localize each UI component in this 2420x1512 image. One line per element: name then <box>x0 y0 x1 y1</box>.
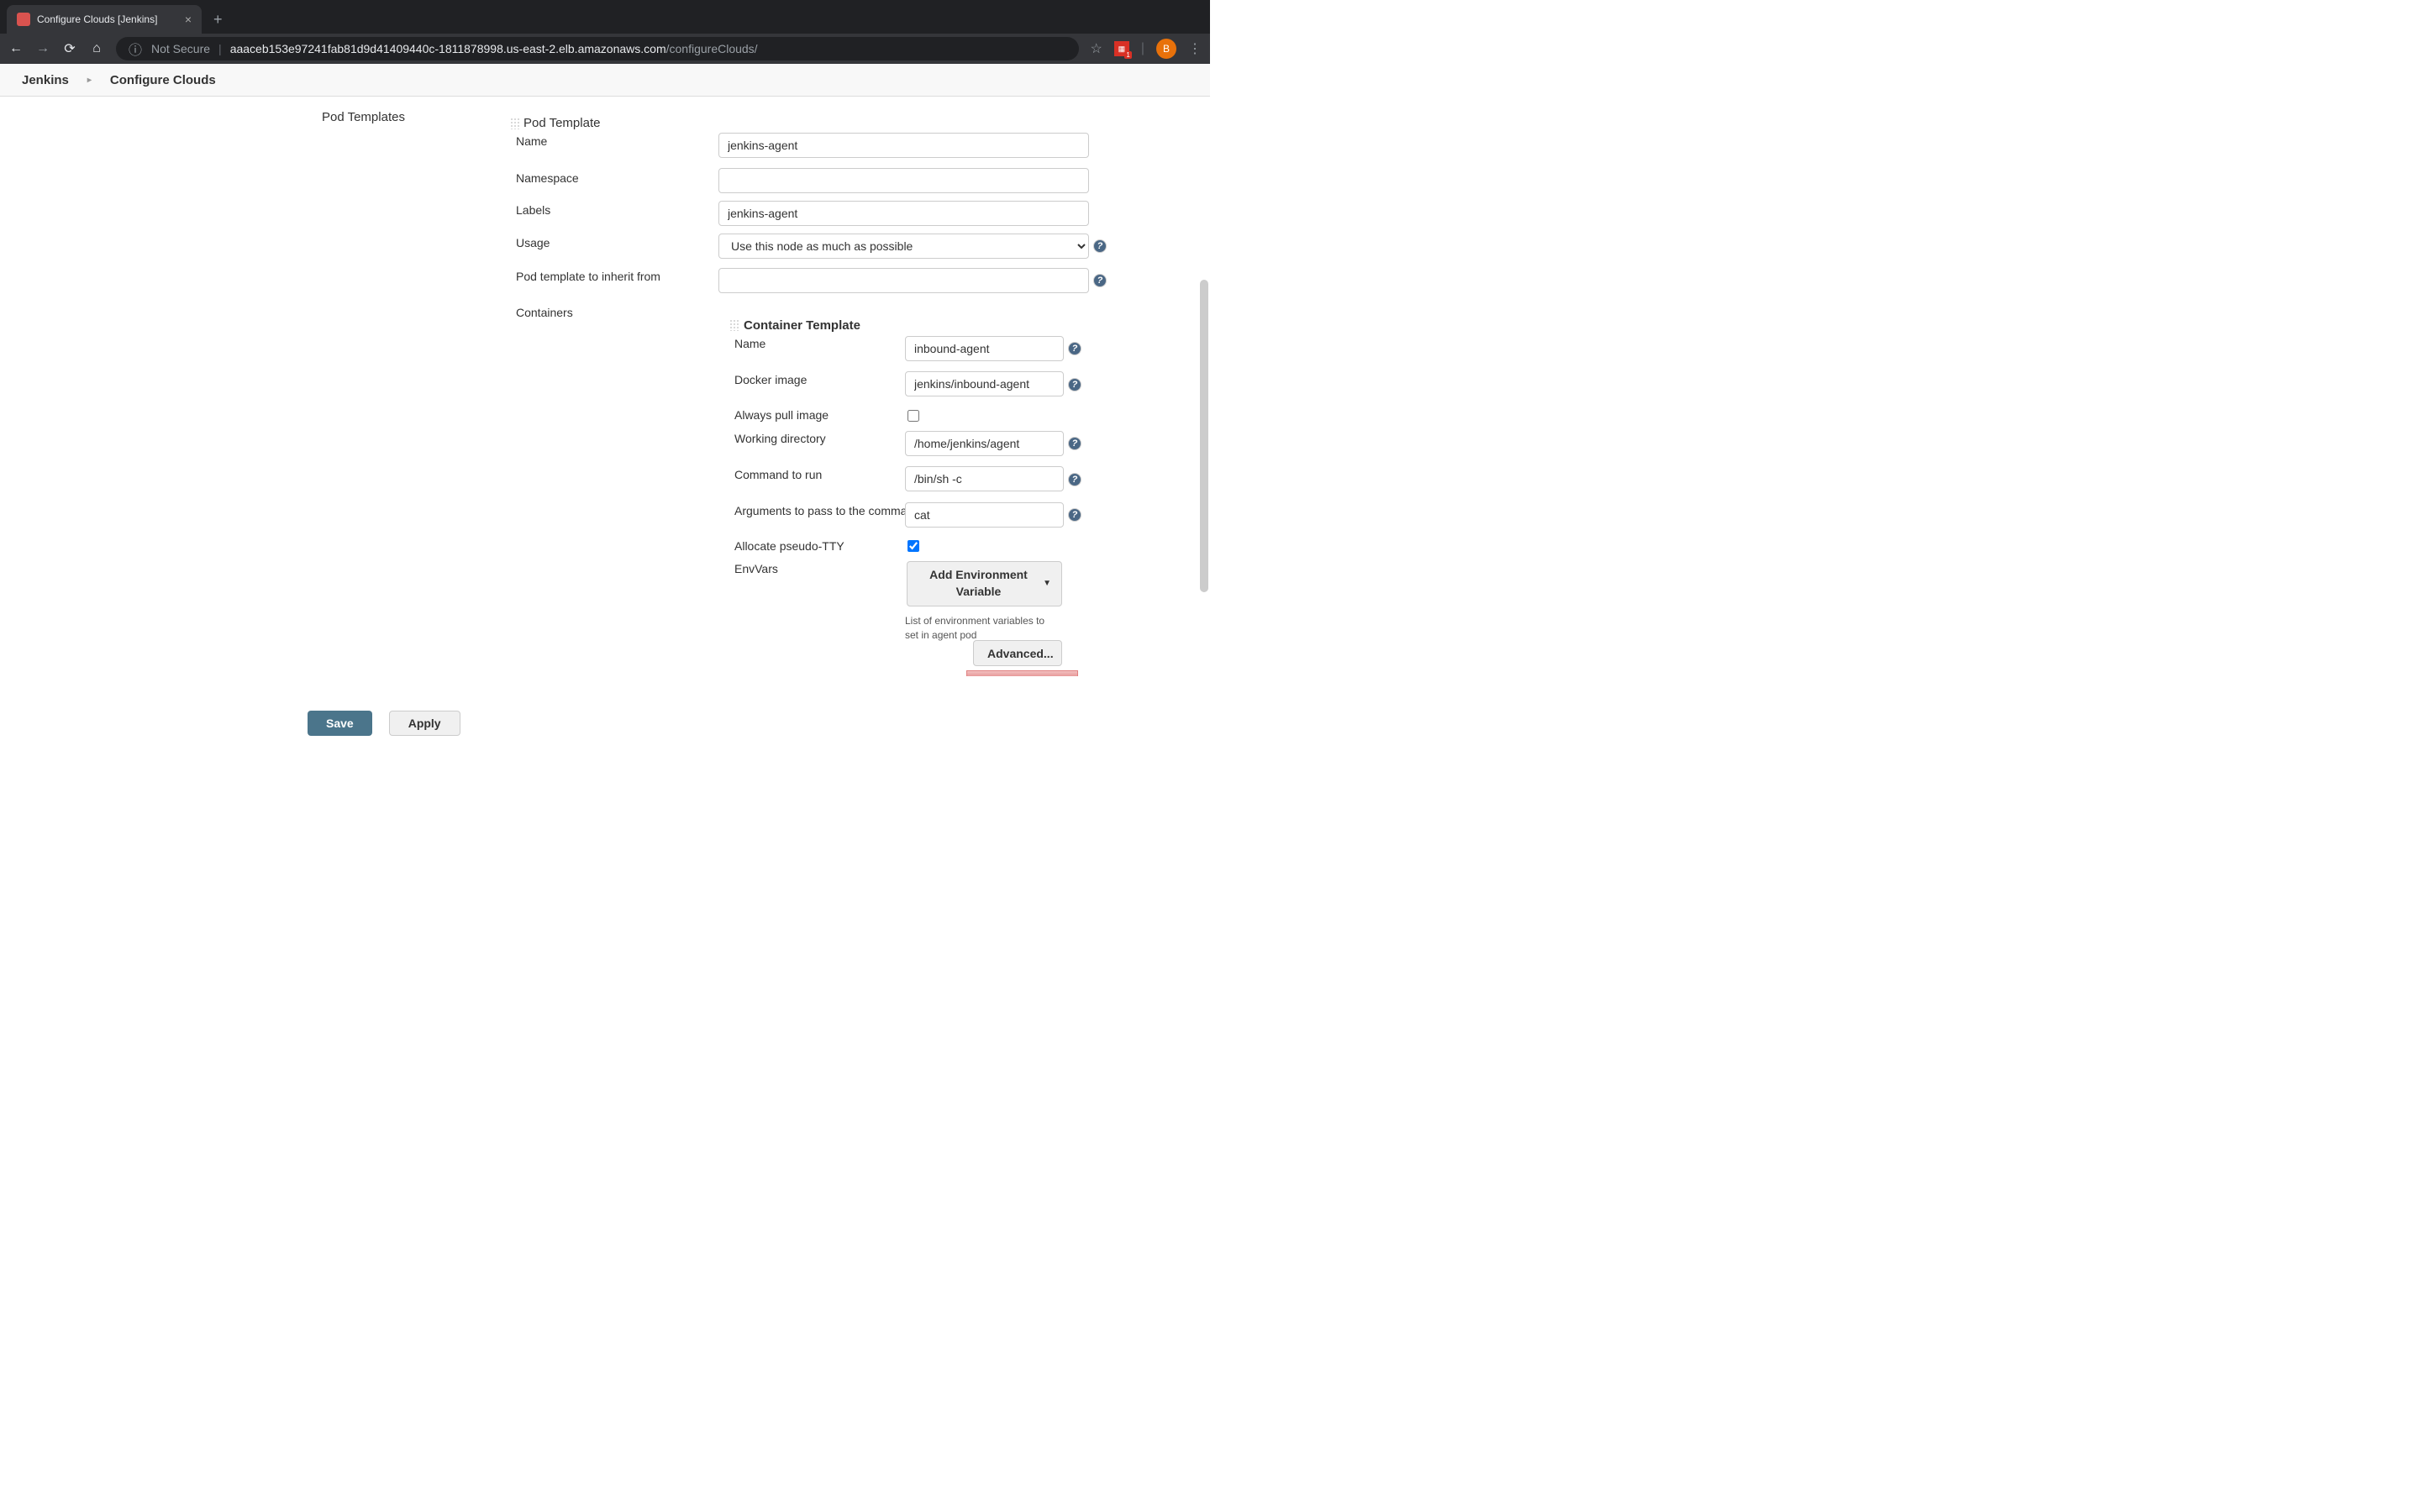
profile-avatar[interactable]: B <box>1156 39 1176 59</box>
tab-title: Configure Clouds [Jenkins] <box>37 13 178 25</box>
security-status: Not Secure <box>151 42 210 55</box>
url-text: aaaceb153e97241fab81d9d41409440c-1811878… <box>230 42 758 55</box>
apply-button[interactable]: Apply <box>389 711 460 736</box>
bookmark-icon[interactable]: ☆ <box>1091 40 1102 57</box>
breadcrumb-root[interactable]: Jenkins <box>22 73 69 87</box>
env-hint-text: List of environment variables to set in … <box>905 614 1060 643</box>
chevron-right-icon: ▸ <box>87 76 92 85</box>
name-label: Name <box>516 134 547 148</box>
browser-tab[interactable]: Configure Clouds [Jenkins] × <box>7 5 202 34</box>
close-tab-icon[interactable]: × <box>185 13 192 26</box>
arguments-label: Arguments to pass to the command <box>734 504 920 517</box>
help-icon[interactable]: ? <box>1093 239 1107 253</box>
command-input[interactable] <box>905 466 1064 491</box>
tty-label: Allocate pseudo-TTY <box>734 539 844 553</box>
add-env-var-button[interactable]: Add Environment Variable ▼ <box>907 561 1062 606</box>
scrollbar-thumb[interactable] <box>1200 280 1208 592</box>
error-strip <box>966 670 1078 676</box>
forward-icon[interactable]: → <box>35 41 50 56</box>
reload-icon[interactable]: ⟳ <box>62 40 77 57</box>
inherit-label: Pod template to inherit from <box>516 270 660 283</box>
content-area: Pod Templates Pod Template Name Namespac… <box>0 97 1210 756</box>
container-name-label: Name <box>734 337 765 350</box>
help-icon[interactable]: ? <box>1068 437 1081 450</box>
tty-checkbox[interactable] <box>908 540 919 552</box>
pod-labels-input[interactable] <box>718 201 1089 226</box>
drag-handle-icon[interactable] <box>510 118 520 129</box>
back-icon[interactable]: ← <box>8 41 24 56</box>
pod-namespace-input[interactable] <box>718 168 1089 193</box>
jenkins-favicon <box>17 13 30 26</box>
always-pull-label: Always pull image <box>734 408 829 422</box>
caret-down-icon: ▼ <box>1043 578 1051 590</box>
help-icon[interactable]: ? <box>1068 342 1081 355</box>
always-pull-checkbox[interactable] <box>908 410 919 422</box>
namespace-label: Namespace <box>516 171 579 185</box>
tab-bar: Configure Clouds [Jenkins] × + <box>0 0 1210 34</box>
pod-template-heading: Pod Template <box>523 116 600 130</box>
help-icon[interactable]: ? <box>1068 473 1081 486</box>
docker-image-input[interactable] <box>905 371 1064 396</box>
help-icon[interactable]: ? <box>1068 508 1081 522</box>
save-button[interactable]: Save <box>308 711 372 736</box>
pod-name-input[interactable] <box>718 133 1089 158</box>
extension-icon[interactable]: ▦1 <box>1114 41 1129 56</box>
chrome-right-icons: ☆ ▦1 | B ⋮ <box>1091 39 1202 59</box>
command-label: Command to run <box>734 468 822 481</box>
labels-label: Labels <box>516 203 550 217</box>
usage-label: Usage <box>516 236 550 249</box>
advanced-button[interactable]: Advanced... <box>973 640 1062 666</box>
containers-label: Containers <box>516 306 573 319</box>
working-dir-label: Working directory <box>734 432 826 445</box>
docker-image-label: Docker image <box>734 373 807 386</box>
pod-inherit-input[interactable] <box>718 268 1089 293</box>
home-icon[interactable]: ⌂ <box>89 41 104 56</box>
chrome-menu-icon[interactable]: ⋮ <box>1188 40 1202 57</box>
envvars-label: EnvVars <box>734 562 778 575</box>
arguments-input[interactable] <box>905 502 1064 528</box>
pod-templates-heading: Pod Templates <box>322 110 405 124</box>
breadcrumb: Jenkins ▸ Configure Clouds <box>0 64 1210 97</box>
info-icon[interactable]: ⓘ <box>128 39 143 59</box>
help-icon[interactable]: ? <box>1093 274 1107 287</box>
address-bar: ← → ⟳ ⌂ ⓘ Not Secure | aaaceb153e97241fa… <box>0 34 1210 64</box>
container-template-heading: Container Template <box>744 318 860 333</box>
url-box[interactable]: ⓘ Not Secure | aaaceb153e97241fab81d9d41… <box>116 37 1079 60</box>
footer: Save Apply <box>0 690 1210 756</box>
help-icon[interactable]: ? <box>1068 378 1081 391</box>
new-tab-button[interactable]: + <box>202 5 234 34</box>
container-name-input[interactable] <box>905 336 1064 361</box>
drag-handle-icon[interactable] <box>729 319 739 331</box>
browser-chrome: Configure Clouds [Jenkins] × + ← → ⟳ ⌂ ⓘ… <box>0 0 1210 64</box>
working-dir-input[interactable] <box>905 431 1064 456</box>
pod-usage-select[interactable]: Use this node as much as possible <box>718 234 1089 259</box>
breadcrumb-page[interactable]: Configure Clouds <box>110 73 216 87</box>
